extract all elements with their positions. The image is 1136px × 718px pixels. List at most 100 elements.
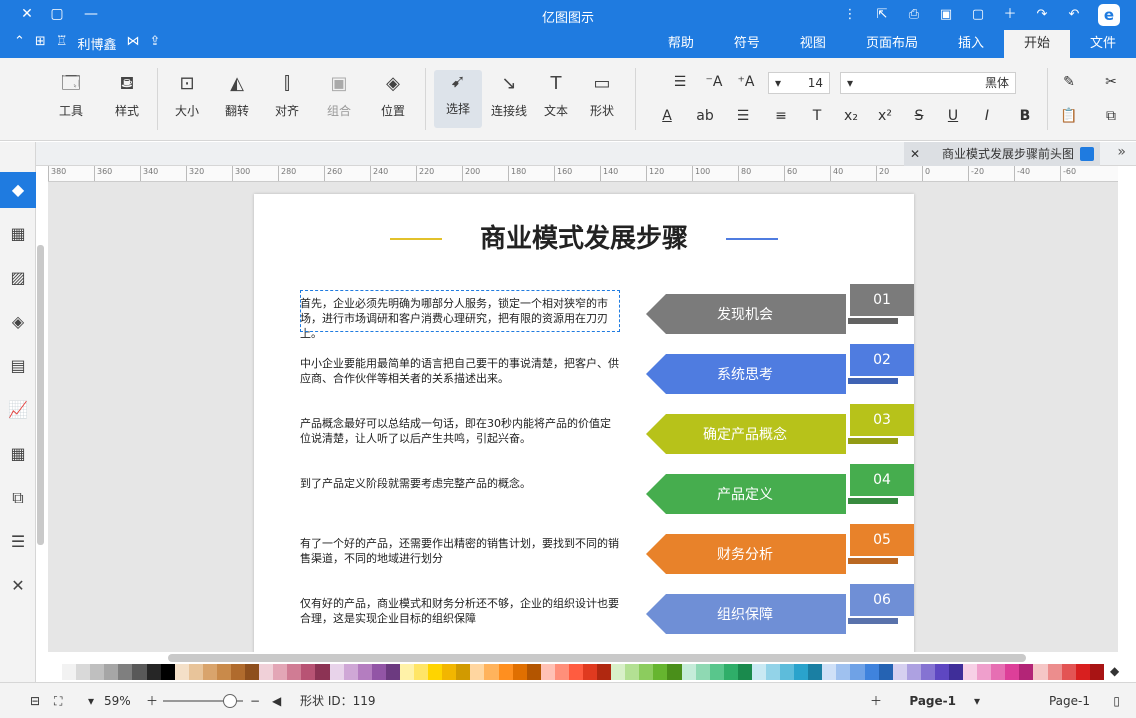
step-number[interactable]: 05 — [850, 524, 914, 556]
color-swatch[interactable] — [751, 664, 766, 680]
step-row[interactable]: 中小企业要能用最简单的语言把自己要干的事说清楚，把客户、供应商、合作伙伴等相关者… — [300, 344, 914, 396]
step-row[interactable]: 仅有好的产品，商业模式和财务分析还不够，企业的组织设计也要合理，这是实现企业目标… — [300, 584, 914, 636]
step-label[interactable]: 确定产品概念 — [660, 424, 830, 444]
step-row[interactable]: 产品概念最好可以总结成一句话，即在30秒内能将产品的价值定位说清楚，让人听了以后… — [300, 404, 914, 456]
color-swatch[interactable] — [653, 664, 668, 680]
highlight-icon[interactable]: ab — [692, 106, 718, 126]
color-swatch[interactable] — [780, 664, 795, 680]
user-name[interactable]: 利博鑫 — [77, 34, 116, 53]
color-swatch[interactable] — [695, 664, 710, 680]
color-swatch[interactable] — [428, 664, 443, 680]
bold-icon[interactable]: B — [1014, 106, 1036, 126]
color-swatch[interactable] — [709, 664, 724, 680]
color-swatch[interactable] — [667, 664, 682, 680]
shuffle-panel-icon[interactable]: ✕ — [6, 574, 30, 598]
underline-icon[interactable]: U — [942, 106, 964, 126]
color-swatch[interactable] — [991, 664, 1006, 680]
color-swatch[interactable] — [765, 664, 781, 680]
subscript-icon[interactable]: x₂ — [840, 106, 862, 126]
zoom-slider-knob[interactable] — [223, 694, 237, 708]
color-swatch[interactable] — [568, 664, 583, 680]
color-swatch[interactable] — [540, 664, 555, 680]
tab-insert[interactable]: 插入 — [938, 30, 1004, 58]
publish-icon[interactable]: ⇪ — [149, 34, 160, 53]
share-icon[interactable]: ⋈ — [126, 34, 139, 53]
shirt-icon[interactable]: ♖ — [56, 34, 68, 53]
color-swatch[interactable] — [329, 664, 344, 680]
page-panel-icon[interactable]: ▤ — [6, 354, 30, 378]
tab-symbols[interactable]: 符号 — [714, 30, 780, 58]
text-direction-icon[interactable]: T — [806, 106, 828, 126]
drawing-page[interactable]: 商业模式发展步骤 首先，企业必须先明确为哪部分人服务，锁定一个相对狭窄的市场，进… — [254, 194, 914, 652]
color-swatch[interactable] — [371, 664, 386, 680]
color-swatch[interactable] — [245, 664, 260, 680]
color-swatch[interactable] — [118, 664, 133, 680]
italic-icon[interactable]: I — [976, 106, 998, 126]
chart-panel-icon[interactable]: 📈 — [6, 398, 30, 422]
color-swatch[interactable] — [977, 664, 992, 680]
page-tab[interactable]: Page-1 — [909, 692, 956, 710]
step-description[interactable]: 产品概念最好可以总结成一句话，即在30秒内能将产品的价值定位说清楚，让人听了以后… — [300, 416, 620, 446]
color-swatch[interactable] — [301, 664, 316, 680]
style-button[interactable]: ⛾ 样式 — [104, 72, 150, 119]
close-icon[interactable]: ✕ — [12, 4, 42, 24]
tab-page-layout[interactable]: 页面布局 — [846, 30, 938, 58]
step-description[interactable]: 到了产品定义阶段就需要考虑完整产品的概念。 — [300, 476, 620, 491]
step-label[interactable]: 系统思考 — [660, 364, 830, 384]
color-swatch[interactable] — [723, 664, 738, 680]
font-color-icon[interactable]: A — [654, 106, 680, 126]
cut-icon[interactable]: ✂ — [1100, 72, 1122, 92]
color-swatch[interactable] — [554, 664, 569, 680]
strikethrough-icon[interactable]: S — [908, 106, 930, 126]
color-swatch[interactable] — [484, 664, 499, 680]
increase-font-icon[interactable]: A⁺ — [734, 72, 758, 92]
step-description[interactable]: 仅有好的产品，商业模式和财务分析还不够，企业的组织设计也要合理，这是实现企业目标… — [300, 596, 620, 626]
vertical-scrollbar[interactable] — [37, 245, 44, 545]
color-swatch[interactable] — [146, 664, 161, 680]
step-label[interactable]: 产品定义 — [660, 484, 830, 504]
close-icon[interactable]: ✕ — [910, 142, 920, 166]
step-number[interactable]: 02 — [850, 344, 914, 376]
group-button[interactable]: ▣ 组合 — [316, 72, 362, 119]
color-swatch[interactable] — [934, 664, 949, 680]
color-swatch[interactable] — [836, 664, 851, 680]
color-swatch[interactable] — [878, 664, 893, 680]
shape-button[interactable]: ▭ 形状 — [582, 72, 622, 119]
font-name-select[interactable]: 黑体 ▾ — [840, 72, 1016, 94]
font-size-select[interactable]: 14 ▾ — [768, 72, 830, 94]
color-swatch[interactable] — [808, 664, 823, 680]
color-swatch[interactable] — [287, 664, 302, 680]
step-label[interactable]: 发现机会 — [660, 304, 830, 324]
color-swatch[interactable] — [399, 664, 415, 680]
color-swatch[interactable] — [850, 664, 865, 680]
color-swatch[interactable] — [231, 664, 246, 680]
flip-button[interactable]: ◭ 翻转 — [214, 72, 260, 119]
color-swatch[interactable] — [104, 664, 119, 680]
tools-button[interactable]: 🗔 工具 — [48, 72, 94, 119]
text-button[interactable]: T 文本 — [536, 72, 576, 119]
minimize-icon[interactable]: — — [76, 4, 106, 24]
color-swatch[interactable] — [48, 664, 63, 680]
copy-icon[interactable]: ⧉ — [1100, 106, 1122, 126]
zoom-in-icon[interactable]: ＋ — [146, 692, 158, 710]
image-panel-icon[interactable]: ▨ — [6, 266, 30, 290]
page-dropdown-icon[interactable]: ▾ — [974, 692, 980, 710]
step-number[interactable]: 03 — [850, 404, 914, 436]
color-swatch[interactable] — [822, 664, 837, 680]
org-panel-icon[interactable]: ⧉ — [6, 486, 30, 510]
decrease-font-icon[interactable]: A⁻ — [702, 72, 726, 92]
color-swatch[interactable] — [188, 664, 203, 680]
color-swatch[interactable] — [456, 664, 471, 680]
drawing-canvas[interactable]: 商业模式发展步骤 首先，企业必须先明确为哪部分人服务，锁定一个相对狭窄的市场，进… — [48, 182, 1118, 652]
paste-icon[interactable]: 📋 — [1058, 106, 1080, 126]
tab-help[interactable]: 帮助 — [648, 30, 714, 58]
connector-button[interactable]: ↘ 连接线 — [486, 72, 532, 119]
color-swatch[interactable] — [906, 664, 921, 680]
fit-width-icon[interactable]: ⊟ — [30, 692, 40, 710]
align-text-icon[interactable]: ☰ — [668, 72, 692, 92]
color-swatch[interactable] — [259, 664, 274, 680]
layers-panel-icon[interactable]: ◈ — [6, 310, 30, 334]
horizontal-scrollbar[interactable] — [168, 654, 1026, 662]
color-swatch[interactable] — [1089, 664, 1104, 680]
color-swatch[interactable] — [1047, 664, 1062, 680]
